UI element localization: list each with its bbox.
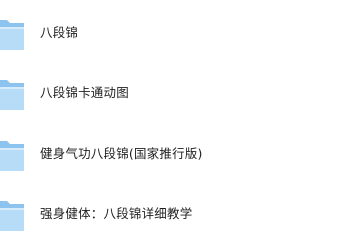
folder-icon — [0, 197, 24, 231]
folder-item[interactable]: 强身健体：八段锦详细教学 — [0, 191, 340, 235]
folder-icon — [0, 16, 24, 50]
folder-name: 八段锦 — [40, 25, 79, 40]
folder-list: 八段锦 八段锦卡通动图 健身气功八段锦(国家推行版) 强身健体：八段锦详细教学 — [0, 0, 340, 249]
folder-name: 八段锦卡通动图 — [40, 85, 129, 100]
folder-icon — [0, 137, 24, 171]
folder-name: 健身气功八段锦(国家推行版) — [40, 146, 203, 161]
folder-item[interactable]: 健身气功八段锦(国家推行版) — [0, 131, 340, 175]
folder-item[interactable]: 八段锦卡通动图 — [0, 70, 340, 114]
folder-item[interactable]: 八段锦 — [0, 10, 340, 54]
folder-name: 强身健体：八段锦详细教学 — [40, 206, 193, 221]
folder-icon — [0, 76, 24, 110]
